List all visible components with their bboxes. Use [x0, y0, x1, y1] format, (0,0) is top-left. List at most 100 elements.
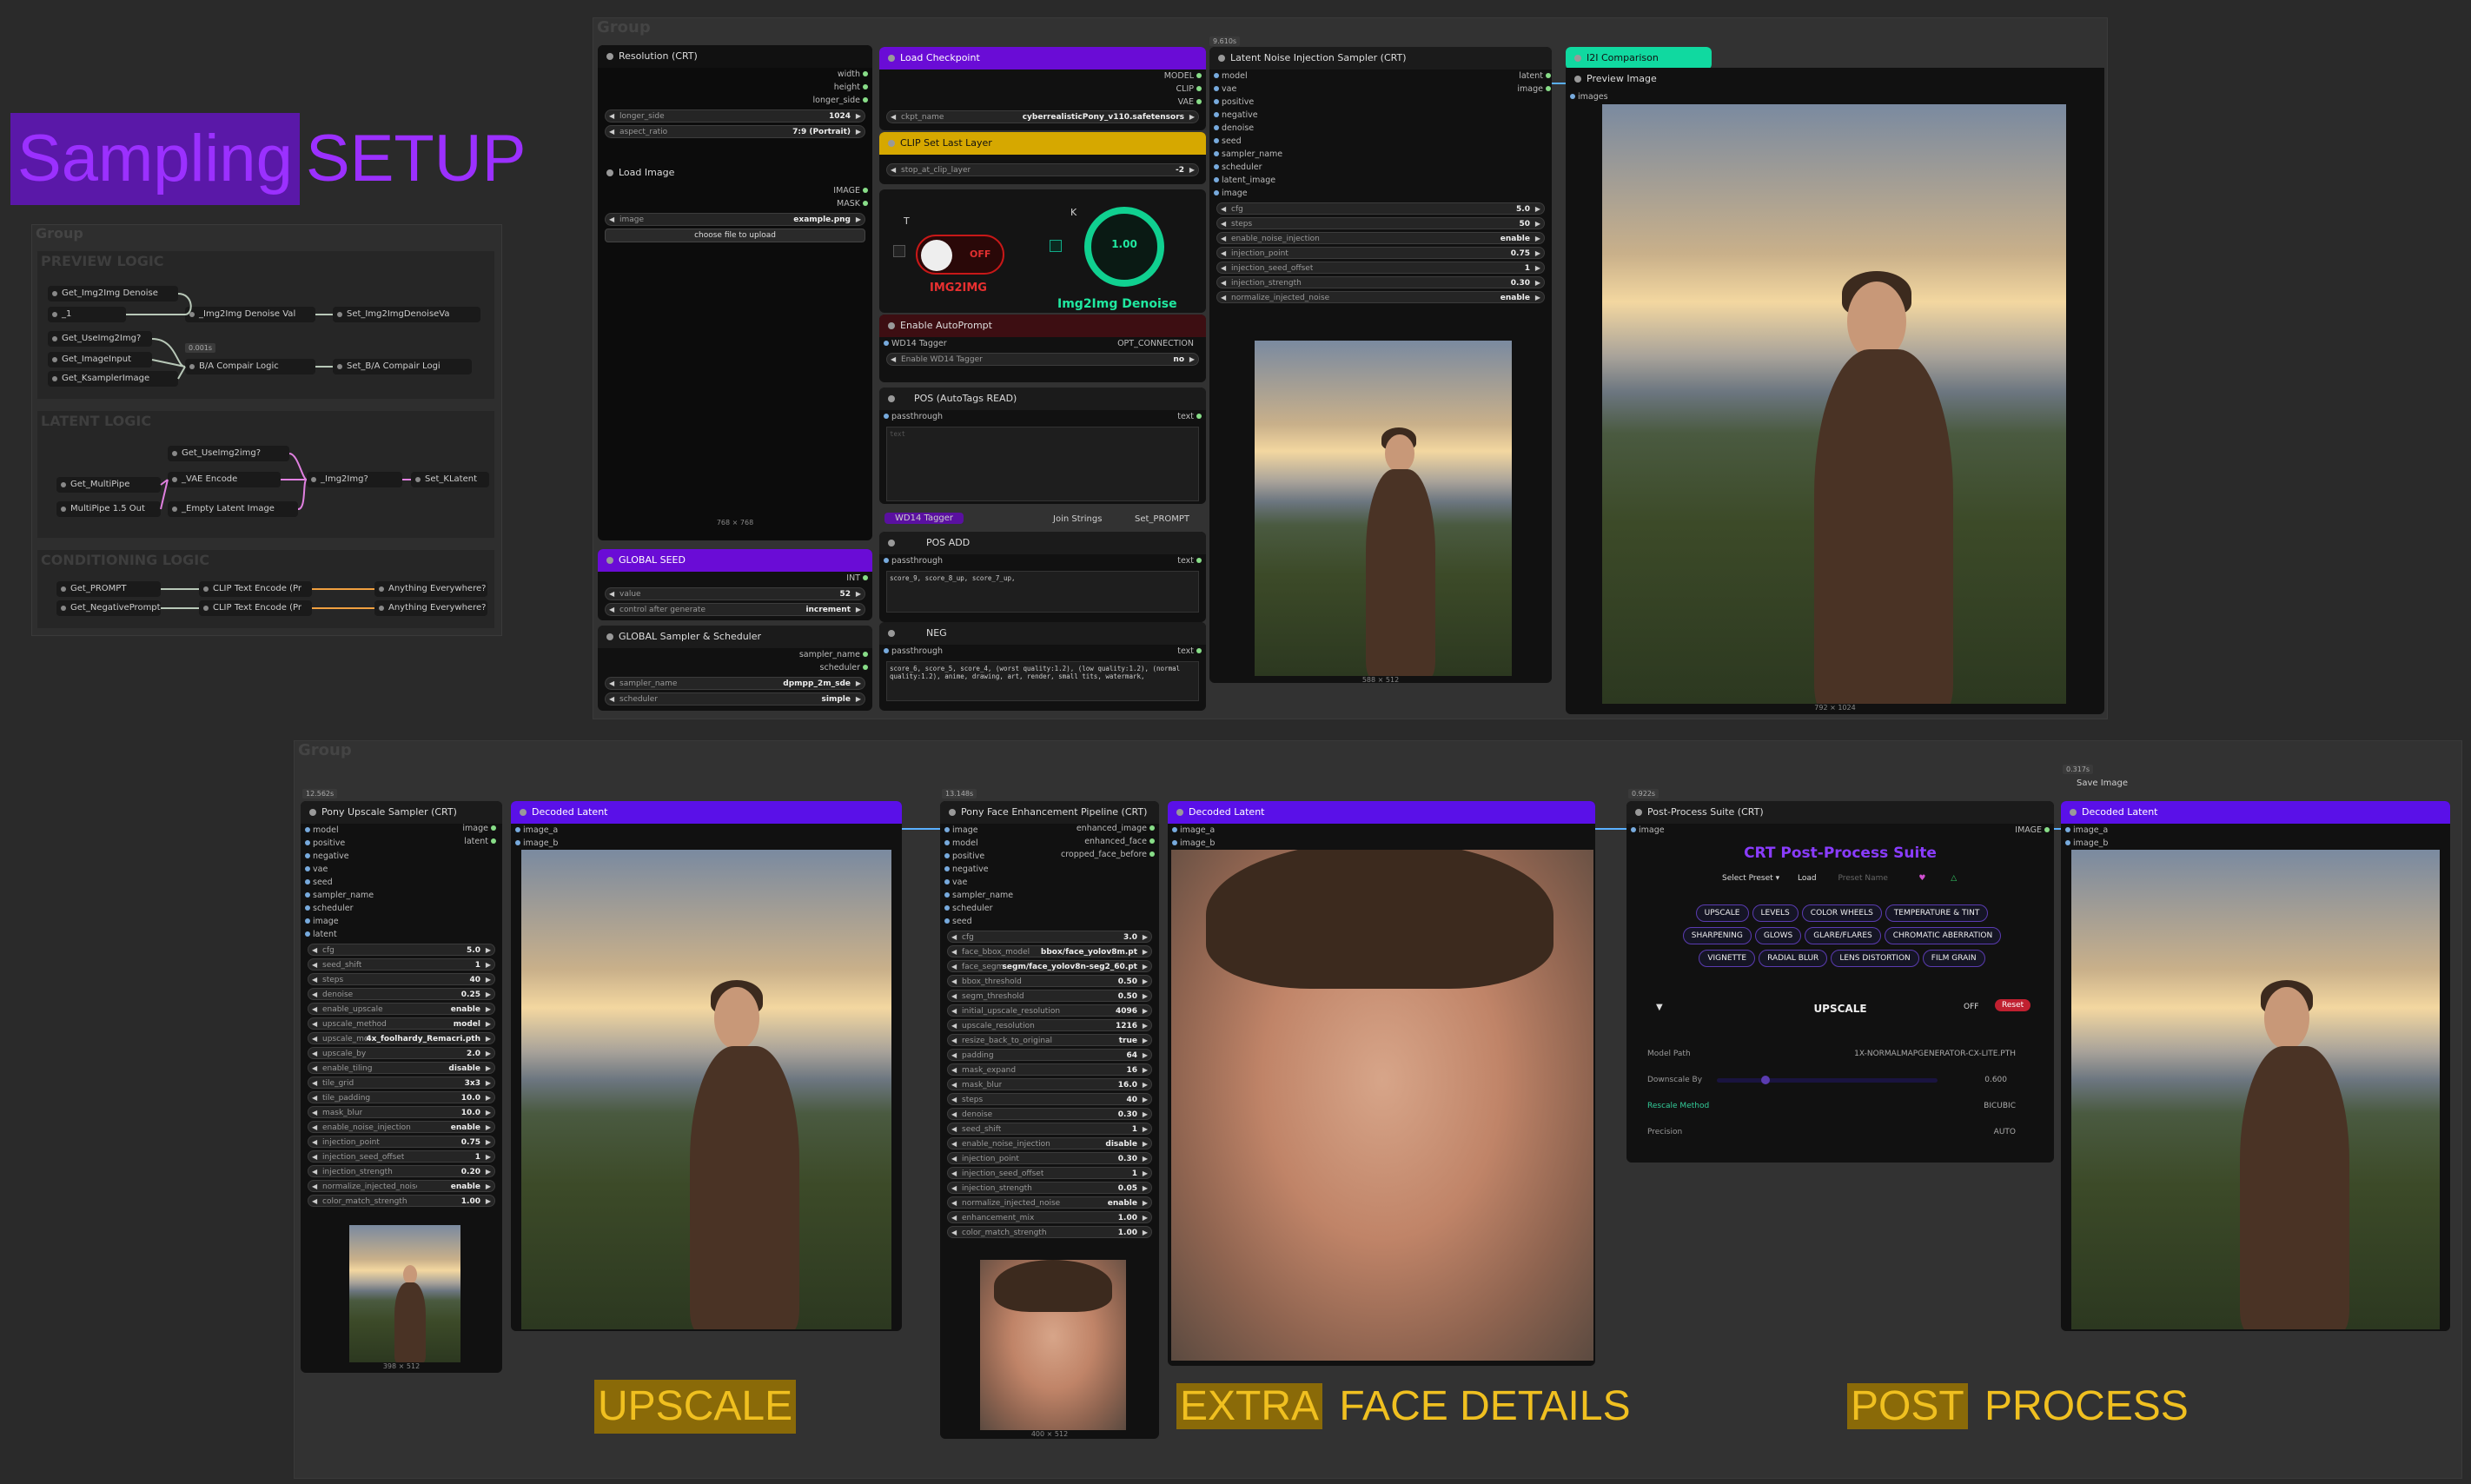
control-after-generate[interactable]: control after generateincrement: [605, 603, 865, 616]
neg-textbox[interactable]: score_6, score_5, score_4, (worst qualit…: [886, 661, 1199, 701]
load-image-header[interactable]: Load Image: [598, 162, 872, 184]
wd14-tagger-mini[interactable]: WD14 Tagger: [884, 513, 964, 524]
global-sampler-node[interactable]: GLOBAL Sampler & Scheduler sampler_name …: [598, 626, 872, 711]
upscale-input-scheduler[interactable]: scheduler: [301, 902, 502, 915]
post-row-rescale-method[interactable]: Rescale Method BICUBIC: [1647, 1093, 2033, 1119]
decoded-header-1[interactable]: Decoded Latent: [511, 801, 902, 824]
sampler-input-scheduler[interactable]: scheduler: [1209, 161, 1552, 174]
scheduler-widget[interactable]: schedulersimple: [605, 692, 865, 706]
join-strings[interactable]: Join Strings: [1053, 514, 1102, 524]
face-node[interactable]: Pony Face Enhancement Pipeline (CRT) ima…: [940, 801, 1159, 1439]
sampler-widget-enable-noise-injection[interactable]: enable_noise_injectionenable: [1216, 232, 1545, 245]
upload-button[interactable]: choose file to upload: [605, 229, 865, 242]
pos-add-textbox[interactable]: score_9, score_8_up, score_7_up,: [886, 571, 1199, 613]
select-preset[interactable]: Select Preset: [1722, 874, 1773, 883]
image-a-input[interactable]: image_a: [511, 824, 902, 837]
output-clip[interactable]: CLIP: [879, 83, 1206, 96]
upscale-widget-tile-padding[interactable]: tile_padding10.0: [308, 1091, 495, 1104]
upscale-widget-denoise[interactable]: denoise0.25: [308, 988, 495, 1001]
post-tab-sharpening[interactable]: SHARPENING: [1682, 927, 1752, 944]
small-box-icon[interactable]: [893, 245, 905, 257]
output-scheduler[interactable]: scheduler: [598, 661, 872, 674]
post-tab-lens-distortion[interactable]: LENS DISTORTION: [1831, 950, 1919, 967]
checkpoint-node[interactable]: Load Checkpoint MODEL CLIP VAE ckpt_name…: [879, 47, 1206, 130]
tagger-input[interactable]: WD14 Tagger OPT_CONNECTION: [879, 337, 1206, 350]
latent-sampler-header[interactable]: Latent Noise Injection Sampler (CRT): [1209, 47, 1552, 70]
face-header[interactable]: Pony Face Enhancement Pipeline (CRT): [940, 801, 1159, 824]
output-width[interactable]: width: [598, 68, 872, 81]
face-input-vae[interactable]: vae: [940, 876, 1159, 889]
post-tab-radial-blur[interactable]: RADIAL BLUR: [1759, 950, 1828, 967]
post-tab-glare-flares[interactable]: GLARE/FLARES: [1805, 927, 1881, 944]
post-tab-color-wheels[interactable]: COLOR WHEELS: [1801, 904, 1882, 922]
img2img-toggle[interactable]: OFF: [916, 235, 1004, 275]
sampler-input-denoise[interactable]: denoise: [1209, 122, 1552, 135]
sampler-widget-steps[interactable]: steps50: [1216, 217, 1545, 230]
denoise-dial[interactable]: 1.00: [1084, 207, 1164, 287]
sampler-name-widget[interactable]: sampler_namedpmpp_2m_sde: [605, 677, 865, 690]
i2i-image-output[interactable]: image: [1507, 83, 1555, 96]
sampler-input-latent-image[interactable]: latent_image: [1209, 174, 1552, 187]
decoded-latent-2[interactable]: Decoded Latent image_a image_b: [1168, 801, 1595, 1366]
enhanced-image-output[interactable]: enhanced_image: [1043, 822, 1159, 835]
output-longer-side[interactable]: longer_side: [598, 94, 872, 107]
ckpt-name-widget[interactable]: ckpt_namecyberrealisticPony_v110.safeten…: [886, 110, 1199, 123]
upscale-widget-enable-noise-injection[interactable]: enable_noise_injectionenable: [308, 1121, 495, 1134]
slider-knob[interactable]: [1760, 1076, 1770, 1084]
post-row-model-path[interactable]: Model Path 1X-NORMALMAPGENERATOR-CX-LITE.…: [1647, 1041, 2033, 1067]
face-widget-resize-back-to-original[interactable]: resize_back_to_originaltrue: [947, 1034, 1152, 1047]
neg-node[interactable]: NEG passthrough text score_6, score_5, s…: [879, 622, 1206, 711]
longer-side-widget[interactable]: longer_side1024: [605, 109, 865, 123]
pos-add-header[interactable]: POS ADD: [879, 532, 1206, 554]
section-off[interactable]: OFF: [1964, 1003, 1978, 1011]
post-tab-glows[interactable]: GLOWS: [1754, 927, 1802, 944]
aspect-ratio-widget[interactable]: aspect_ratio7:9 (Portrait): [605, 125, 865, 138]
face-widget-denoise[interactable]: denoise0.30: [947, 1108, 1152, 1121]
upscale-input-negative[interactable]: negative: [301, 850, 502, 863]
sampler-widget-injection-point[interactable]: injection_point0.75: [1216, 247, 1545, 260]
autotags-textbox[interactable]: text: [886, 427, 1199, 501]
upscale-widget-color-match-strength[interactable]: color_match_strength1.00: [308, 1195, 495, 1208]
post-tab-vignette[interactable]: VIGNETTE: [1699, 950, 1756, 967]
sampler-input-positive[interactable]: positive: [1209, 96, 1552, 109]
upscale-widget-cfg[interactable]: cfg5.0: [308, 944, 495, 957]
small-box-icon-2[interactable]: [1050, 240, 1062, 252]
resolution-header[interactable]: Resolution (CRT): [598, 45, 872, 68]
upscale-input-latent[interactable]: latent: [301, 928, 502, 941]
image-a-input[interactable]: image_a: [2061, 824, 2450, 837]
face-widget-steps[interactable]: steps40: [947, 1093, 1152, 1106]
upscale-widget-enable-tiling[interactable]: enable_tilingdisable: [308, 1062, 495, 1075]
sampler-widget-normalize-injected-noise[interactable]: normalize_injected_noiseenable: [1216, 291, 1545, 304]
image-b-input[interactable]: image_b: [2061, 837, 2450, 850]
post-tab-upscale[interactable]: UPSCALE: [1695, 904, 1749, 922]
global-seed-node[interactable]: GLOBAL SEED INT value52 control after ge…: [598, 549, 872, 620]
upscale-widget-enable-upscale[interactable]: enable_upscaleenable: [308, 1003, 495, 1016]
output-sampler-name[interactable]: sampler_name: [598, 648, 872, 661]
upscale-input-seed[interactable]: seed: [301, 876, 502, 889]
global-sampler-header[interactable]: GLOBAL Sampler & Scheduler: [598, 626, 872, 648]
image-b-input[interactable]: image_b: [511, 837, 902, 850]
decoded-latent-1[interactable]: Decoded Latent image_a image_b: [511, 801, 902, 1331]
seed-value-widget[interactable]: value52: [605, 587, 865, 600]
pos-autotags-node[interactable]: POS (AutoTags READ) passthrough text tex…: [879, 388, 1206, 504]
save-image-title[interactable]: Save Image: [2077, 778, 2128, 788]
face-widget-upscale-resolution[interactable]: upscale_resolution1216: [947, 1019, 1152, 1032]
face-widget-initial-upscale-resolution[interactable]: initial_upscale_resolution4096: [947, 1004, 1152, 1017]
sampler-widget-injection-seed-offset[interactable]: injection_seed_offset1: [1216, 262, 1545, 275]
decoded-header-2[interactable]: Decoded Latent: [1168, 801, 1595, 824]
sampler-widget-injection-strength[interactable]: injection_strength0.30: [1216, 276, 1545, 289]
i2i-latent-output[interactable]: latent: [1507, 70, 1555, 83]
face-widget-padding[interactable]: padding64: [947, 1049, 1152, 1062]
checkpoint-header[interactable]: Load Checkpoint: [879, 47, 1206, 70]
face-input-negative[interactable]: negative: [940, 863, 1159, 876]
output-height[interactable]: height: [598, 81, 872, 94]
post-tab-film-grain[interactable]: FILM GRAIN: [1922, 950, 1985, 967]
upscale-widget-normalize-injected-noise[interactable]: normalize_injected_noiseenable: [308, 1180, 495, 1193]
pos-add-node[interactable]: POS ADD passthrough text score_9, score_…: [879, 532, 1206, 622]
upscale-input-sampler-name[interactable]: sampler_name: [301, 889, 502, 902]
decoded-latent-3[interactable]: Decoded Latent image_a image_b: [2061, 801, 2450, 1331]
upscale-header[interactable]: Pony Upscale Sampler (CRT): [301, 801, 502, 824]
face-input-seed[interactable]: seed: [940, 915, 1159, 928]
post-row-downscale-by[interactable]: Downscale By 0.600: [1647, 1067, 2033, 1093]
post-node[interactable]: Post-Process Suite (CRT) image IMAGE CRT…: [1626, 801, 2054, 1163]
